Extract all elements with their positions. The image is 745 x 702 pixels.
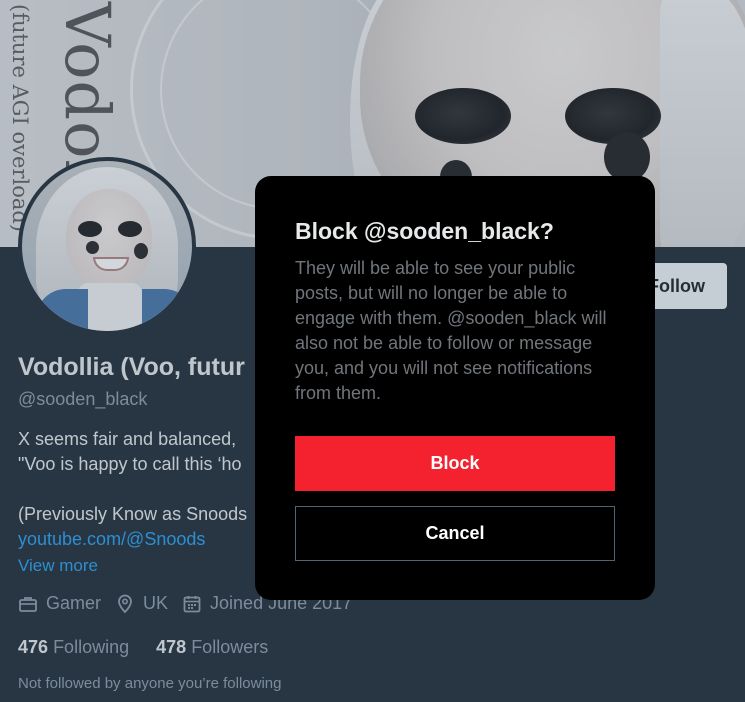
block-confirm-dialog: Block @sooden_black? They will be able t… — [255, 176, 655, 600]
dialog-body: They will be able to see your public pos… — [295, 258, 607, 403]
cancel-button[interactable]: Cancel — [295, 506, 615, 561]
dialog-title: Block @sooden_black? — [295, 218, 554, 244]
block-button[interactable]: Block — [295, 436, 615, 491]
